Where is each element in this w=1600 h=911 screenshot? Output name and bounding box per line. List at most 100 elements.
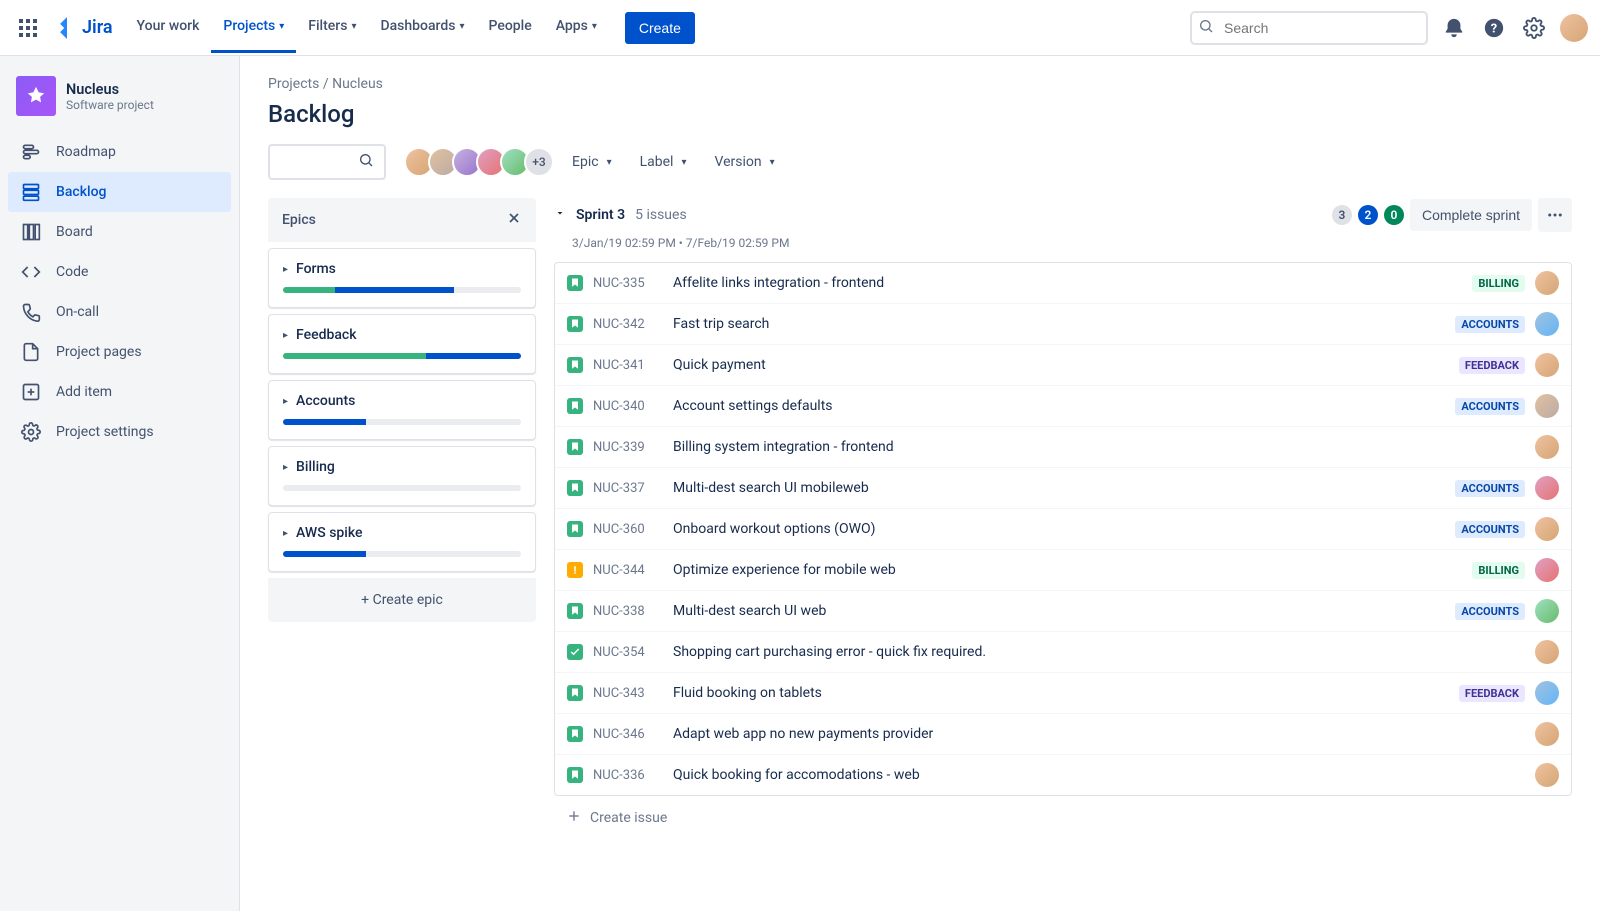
sidebar-item-project-settings[interactable]: Project settings [8,412,231,452]
assignee-avatar[interactable] [1535,271,1559,295]
project-sidebar: Nucleus Software project RoadmapBacklogB… [0,56,240,911]
assignee-avatar[interactable] [1535,312,1559,336]
issue-key[interactable]: NUC-342 [593,317,663,332]
issue-key[interactable]: NUC-338 [593,604,663,619]
issue-key[interactable]: NUC-337 [593,481,663,496]
nav-dashboards[interactable]: Dashboards▾ [368,2,476,53]
issue-key[interactable]: NUC-346 [593,727,663,742]
nav-projects[interactable]: Projects▾ [211,2,296,53]
epic-badge[interactable]: BILLING [1472,275,1525,292]
issue-row[interactable]: NUC-335Affelite links integration - fron… [555,263,1571,304]
sprint-more-button[interactable] [1538,198,1572,232]
nav-filters[interactable]: Filters▾ [296,2,368,53]
epic-badge[interactable]: BILLING [1472,562,1525,579]
assignee-avatar[interactable] [1535,722,1559,746]
sidebar-item-board[interactable]: Board [8,212,231,252]
project-header[interactable]: Nucleus Software project [8,76,231,132]
issue-key[interactable]: NUC-354 [593,645,663,660]
assignee-avatar[interactable] [1535,763,1559,787]
issue-row[interactable]: NUC-338Multi-dest search UI webACCOUNTS [555,591,1571,632]
sidebar-item-backlog[interactable]: Backlog [8,172,231,212]
sidebar-item-on-call[interactable]: On-call [8,292,231,332]
epic-card[interactable]: ▸AWS spike [268,512,536,572]
issue-summary: Fluid booking on tablets [673,685,1449,701]
issue-key[interactable]: NUC-335 [593,276,663,291]
project-type: Software project [66,98,154,112]
epic-badge[interactable]: FEEDBACK [1459,685,1525,702]
filter-label[interactable]: Label▾ [640,154,687,170]
sidebar-item-project-pages[interactable]: Project pages [8,332,231,372]
close-epics-icon[interactable] [506,210,522,230]
backlog-search[interactable] [268,144,386,180]
chevron-down-icon: ▾ [459,21,464,32]
complete-sprint-button[interactable]: Complete sprint [1410,199,1532,231]
breadcrumb-current: Nucleus [332,76,383,92]
epic-card[interactable]: ▸Feedback [268,314,536,374]
assignee-avatar[interactable] [1535,558,1559,582]
filter-version[interactable]: Version▾ [714,154,774,170]
search-icon [358,152,374,172]
create-epic-button[interactable]: + Create epic [268,578,536,622]
issue-row[interactable]: NUC-339 Billing system integration - fron… [555,427,1571,468]
epic-badge[interactable]: ACCOUNTS [1455,316,1525,333]
assignee-avatar[interactable] [1535,394,1559,418]
epic-card[interactable]: ▸Forms [268,248,536,308]
nav-people[interactable]: People [476,2,543,53]
chevron-right-icon: ▸ [283,330,288,341]
collapse-icon[interactable] [554,207,566,223]
search-input[interactable] [1190,11,1428,45]
nav-apps[interactable]: Apps▾ [544,2,609,53]
assignee-avatar[interactable] [1535,517,1559,541]
assignee-filter[interactable]: +3 [404,147,554,177]
jira-logo[interactable]: Jira [48,17,121,39]
issue-key[interactable]: NUC-340 [593,399,663,414]
epic-badge[interactable]: ACCOUNTS [1455,521,1525,538]
issue-row[interactable]: NUC-346Adapt web app no new payments pro… [555,714,1571,755]
user-avatar[interactable] [1560,14,1588,42]
sidebar-item-code[interactable]: Code [8,252,231,292]
settings-icon[interactable] [1520,14,1548,42]
issue-row[interactable]: NUC-337Multi-dest search UI mobilewebACC… [555,468,1571,509]
create-button[interactable]: Create [625,12,695,44]
issue-row[interactable]: NUC-360Onboard workout options (OWO)ACCO… [555,509,1571,550]
epic-badge[interactable]: ACCOUNTS [1455,398,1525,415]
issue-row[interactable]: NUC-343 Fluid booking on tablets FEEDBACK [555,673,1571,714]
avatar-overflow[interactable]: +3 [524,147,554,177]
breadcrumb-parent[interactable]: Projects [268,76,319,92]
epic-card[interactable]: ▸Billing [268,446,536,506]
assignee-avatar[interactable] [1535,681,1559,705]
issue-row[interactable]: NUC-341Quick paymentFEEDBACK [555,345,1571,386]
app-switcher-icon[interactable] [12,12,44,44]
filter-epic[interactable]: Epic▾ [572,154,612,170]
assignee-avatar[interactable] [1535,640,1559,664]
epic-badge[interactable]: ACCOUNTS [1455,603,1525,620]
issue-summary: Quick booking for accomodations - web [673,767,1525,783]
global-search[interactable] [1190,11,1428,45]
nav-your-work[interactable]: Your work [125,2,212,53]
issue-row[interactable]: NUC-336 Quick booking for accomodations -… [555,755,1571,795]
issue-key[interactable]: NUC-344 [593,563,663,578]
issue-row[interactable]: NUC-354Shopping cart purchasing error - … [555,632,1571,673]
epic-badge[interactable]: FEEDBACK [1459,357,1525,374]
epic-card[interactable]: ▸Accounts [268,380,536,440]
issue-summary: Billing system integration - frontend [673,439,1525,455]
assignee-avatar[interactable] [1535,435,1559,459]
assignee-avatar[interactable] [1535,599,1559,623]
issue-key[interactable]: NUC-339 [593,440,663,455]
notifications-icon[interactable] [1440,14,1468,42]
issue-key[interactable]: NUC-336 [593,768,663,783]
issue-key[interactable]: NUC-343 [593,686,663,701]
issue-row[interactable]: NUC-344Optimize experience for mobile we… [555,550,1571,591]
issue-key[interactable]: NUC-360 [593,522,663,537]
issue-row[interactable]: NUC-342Fast trip searchACCOUNTS [555,304,1571,345]
create-issue-button[interactable]: Create issue [554,796,1572,840]
help-icon[interactable]: ? [1480,14,1508,42]
assignee-avatar[interactable] [1535,353,1559,377]
top-nav: Jira Your workProjects▾Filters▾Dashboard… [0,0,1600,56]
epic-badge[interactable]: ACCOUNTS [1455,480,1525,497]
assignee-avatar[interactable] [1535,476,1559,500]
issue-key[interactable]: NUC-341 [593,358,663,373]
sidebar-item-roadmap[interactable]: Roadmap [8,132,231,172]
sidebar-item-add-item[interactable]: Add item [8,372,231,412]
issue-row[interactable]: NUC-340Account settings defaultsACCOUNTS [555,386,1571,427]
